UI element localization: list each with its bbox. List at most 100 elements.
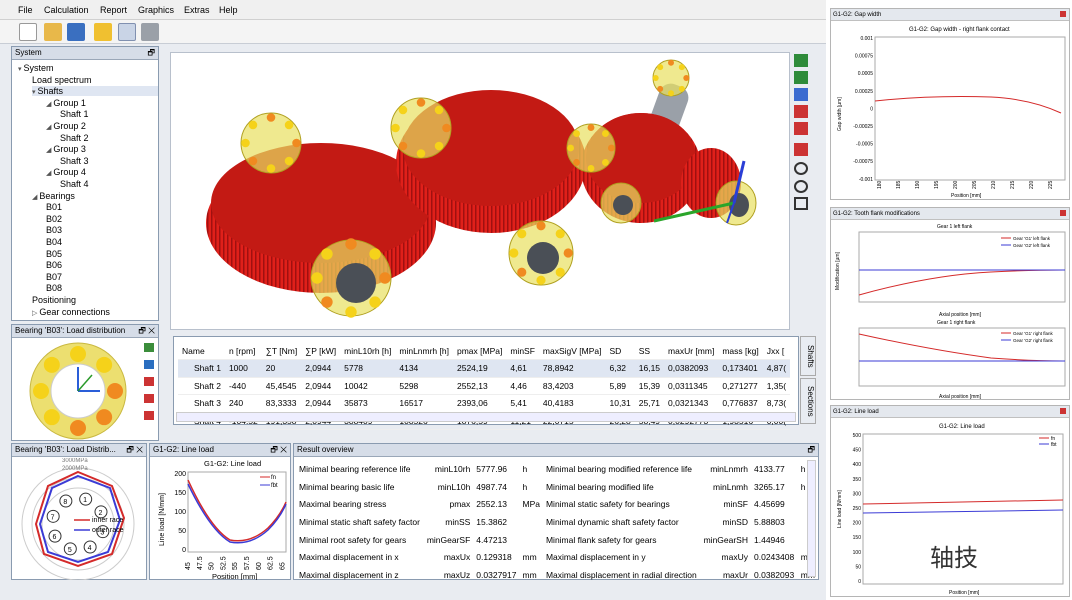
tree-item-label: Shaft 1 <box>60 109 89 120</box>
tree-item[interactable]: B01 <box>46 202 62 212</box>
column-header[interactable]: minSF <box>506 342 539 360</box>
tick-label: 350 <box>853 477 862 483</box>
column-header[interactable]: n [rpm] <box>224 342 262 360</box>
tab-shafts[interactable]: Shafts <box>800 336 816 376</box>
menu-extras[interactable]: Extras <box>184 5 210 15</box>
calculate-icon[interactable] <box>94 23 112 41</box>
tree-item[interactable]: Shaft 4 <box>60 179 89 189</box>
result-cell: Minimal bearing modified life <box>545 481 654 492</box>
view-iso2-icon[interactable] <box>794 122 808 135</box>
column-header[interactable]: ∑T [Nm] <box>261 342 302 360</box>
result-cell: 0.0327917 <box>476 569 517 580</box>
table-row[interactable]: Shaft 3 240 83,3333 2,0944 35873 16517 2393,06… <box>178 394 791 413</box>
menu-report[interactable]: Report <box>100 5 127 15</box>
column-header[interactable]: maxSigV [MPa] <box>538 342 606 360</box>
view-iso-icon[interactable] <box>794 105 808 118</box>
column-header[interactable]: minL10rh [h] <box>340 342 396 360</box>
tree-item[interactable]: B03 <box>46 225 62 235</box>
roller-label: 2 <box>98 510 102 517</box>
table-row[interactable]: Shaft 1 1000 20 2,0944 5778 4134 2524,19 4,61 78… <box>178 359 791 378</box>
tick-label: 0 <box>182 547 186 554</box>
zoom-in-icon[interactable] <box>794 162 808 175</box>
tree-item[interactable]: Shaft 2 <box>60 133 89 143</box>
bearing-ball <box>517 267 527 277</box>
column-header[interactable]: SS <box>634 342 665 360</box>
tree-item-label: Group 1 <box>53 97 86 108</box>
result-cell: maxUz <box>443 569 471 580</box>
view-yz-icon[interactable] <box>794 88 808 101</box>
zoom-out-icon[interactable] <box>794 180 808 193</box>
menu-help[interactable]: Help <box>219 5 238 15</box>
gap-width-chart: G1-G2: Gap width - right flank contact 0… <box>837 27 1066 199</box>
tick-label: 250 <box>853 506 862 512</box>
result-overview-panel: Result overview 🗗 Minimal bearing referen… <box>293 443 819 580</box>
close-icon[interactable] <box>1060 11 1066 17</box>
tree-item[interactable]: B07 <box>46 272 62 282</box>
bearing-ball <box>345 306 357 318</box>
tree-item-label: Bearings <box>39 190 75 201</box>
tick-label: 210 <box>991 180 997 189</box>
open-folder-icon[interactable] <box>44 23 62 41</box>
menu-graphics[interactable]: Graphics <box>138 5 174 15</box>
tick-label: 150 <box>174 490 186 497</box>
tree-item[interactable]: ▷ Gear connections <box>32 307 110 317</box>
tree-item[interactable]: B05 <box>46 249 62 259</box>
tree-item-label: Gear connections <box>39 306 110 317</box>
column-header[interactable]: ∑P [kW] <box>301 342 341 360</box>
tree-item[interactable]: ▾ Shafts <box>32 86 158 97</box>
close-icon[interactable] <box>1060 210 1066 216</box>
result-cell: 4987.74 <box>476 481 508 492</box>
column-header[interactable]: SD <box>605 342 635 360</box>
report-icon[interactable] <box>118 23 136 41</box>
menu-calculation[interactable]: Calculation <box>44 5 89 15</box>
print-icon[interactable] <box>141 23 159 41</box>
roller-label: 7 <box>51 514 55 521</box>
tree-item[interactable]: ◢ Bearings <box>32 191 75 201</box>
column-header[interactable]: mass [kg] <box>718 342 763 360</box>
bearing-ball <box>678 64 685 71</box>
tree-item[interactable]: B02 <box>46 214 62 224</box>
view-xy-icon[interactable] <box>794 54 808 67</box>
3d-viewport[interactable] <box>170 52 790 330</box>
tree-item[interactable]: ◢ Group 2 <box>46 121 86 131</box>
tree-item[interactable]: ◢ Group 4 <box>46 167 86 177</box>
tree-item[interactable]: B06 <box>46 260 62 270</box>
bearing-ball <box>321 248 333 260</box>
zoom-fit-icon[interactable] <box>794 197 808 210</box>
column-header[interactable]: pmax [MPa] <box>452 342 507 360</box>
view-iso3-icon[interactable] <box>794 143 808 156</box>
column-header[interactable]: minLnmrh [h] <box>395 342 453 360</box>
tick-label: 62.5 <box>268 556 275 570</box>
save-icon[interactable] <box>67 23 85 41</box>
close-icon[interactable] <box>1060 408 1066 414</box>
result-cell: Minimal static shaft safety factor <box>299 516 420 527</box>
tree-item[interactable]: Load spectrum <box>32 75 92 85</box>
tick-label: 150 <box>853 535 862 541</box>
result-cell: Maximal displacement in x <box>299 552 399 563</box>
bearing-3d-view[interactable] <box>12 339 158 441</box>
axis-label-top: Axial position [mm] <box>939 312 982 318</box>
tree-item[interactable]: B08 <box>46 283 62 293</box>
vertical-scrollbar[interactable] <box>807 460 816 577</box>
column-header[interactable]: maxUr [mm] <box>664 342 719 360</box>
column-header[interactable]: Jxx [ <box>762 342 791 360</box>
gearbox-3d-model[interactable] <box>171 53 789 329</box>
bearing-ball <box>668 90 674 97</box>
tab-sections[interactable]: Sections <box>800 378 816 424</box>
tree-item[interactable]: ▾ System <box>18 63 53 73</box>
tree-item[interactable]: Positioning <box>32 295 76 305</box>
tree-item[interactable]: ◢ Group 3 <box>46 144 86 154</box>
table-row[interactable]: Shaft 2 -440 45,4545 2,0944 10042 5298 2552,13… <box>178 377 791 395</box>
tree-item[interactable]: Shaft 1 <box>60 109 89 119</box>
view-xz-icon[interactable] <box>794 71 808 84</box>
tick-label: 50 <box>178 528 186 535</box>
column-header[interactable]: Name <box>178 342 225 360</box>
tick-label: -0.00025 <box>853 124 873 130</box>
tick-label: 45 <box>185 562 192 570</box>
tree-item[interactable]: ◢ Group 1 <box>46 98 86 108</box>
menu-file[interactable]: File <box>18 5 33 15</box>
new-file-icon[interactable] <box>19 23 37 41</box>
tree-item[interactable]: B04 <box>46 237 62 247</box>
tree-item[interactable]: Shaft 3 <box>60 156 89 166</box>
horizontal-scrollbar[interactable] <box>176 412 796 422</box>
